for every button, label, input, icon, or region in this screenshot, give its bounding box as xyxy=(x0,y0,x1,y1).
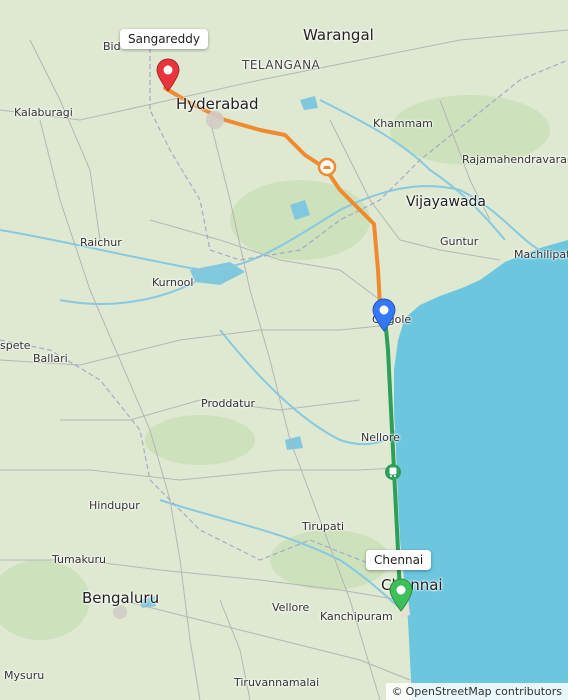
copyright-symbol: © xyxy=(391,685,403,698)
end-callout: Chennai xyxy=(366,550,432,570)
city-vijayawada: Vijayawada xyxy=(406,194,486,210)
city-bid: Bid xyxy=(103,40,121,53)
city-mysuru: Mysuru xyxy=(4,669,45,682)
start-pin-icon[interactable] xyxy=(155,58,181,92)
car-route-icon[interactable] xyxy=(317,157,337,177)
city-warangal: Warangal xyxy=(303,26,374,44)
city-machilipatnam: Machilipatnam xyxy=(514,248,568,261)
city-kurnool: Kurnool xyxy=(152,276,194,289)
city-kanchipuram: Kanchipuram xyxy=(320,610,393,623)
city-hyderabad: Hyderabad xyxy=(176,95,259,113)
region-telangana: TELANGANA xyxy=(242,58,321,72)
city-kalaburagi: Kalaburagi xyxy=(14,106,73,119)
city-nellore: Nellore xyxy=(361,431,400,444)
city-hindupur: Hindupur xyxy=(89,499,140,512)
city-guntur: Guntur xyxy=(440,235,479,248)
city-tiruvannamalai: Tiruvannamalai xyxy=(234,676,320,689)
city-khammam: Khammam xyxy=(373,117,433,130)
attribution-text[interactable]: OpenStreetMap contributors xyxy=(406,685,562,698)
end-callout-label: Chennai xyxy=(374,553,424,567)
waypoint-pin-icon[interactable] xyxy=(371,298,397,332)
start-callout-label: Sangareddy xyxy=(128,32,200,46)
city-proddatur: Proddatur xyxy=(201,397,255,410)
end-pin-icon[interactable] xyxy=(388,578,414,612)
city-spete: spete xyxy=(0,339,31,352)
train-route-icon[interactable] xyxy=(384,463,402,481)
city-vellore: Vellore xyxy=(272,601,310,614)
city-raichur: Raichur xyxy=(80,236,122,249)
city-ballari: Ballari xyxy=(33,352,68,365)
map-view[interactable]: Warangal TELANGANA Hyderabad Bid Kalabur… xyxy=(0,0,568,700)
start-callout: Sangareddy xyxy=(120,29,208,49)
city-bengaluru: Bengaluru xyxy=(82,589,160,607)
map-attribution[interactable]: © OpenStreetMap contributors xyxy=(385,683,568,700)
city-tirupati: Tirupati xyxy=(302,520,345,533)
city-tumakuru: Tumakuru xyxy=(52,553,106,566)
city-rajamahendravaram: Rajamahendravaram xyxy=(462,153,568,166)
bay-of-bengal xyxy=(394,240,568,700)
